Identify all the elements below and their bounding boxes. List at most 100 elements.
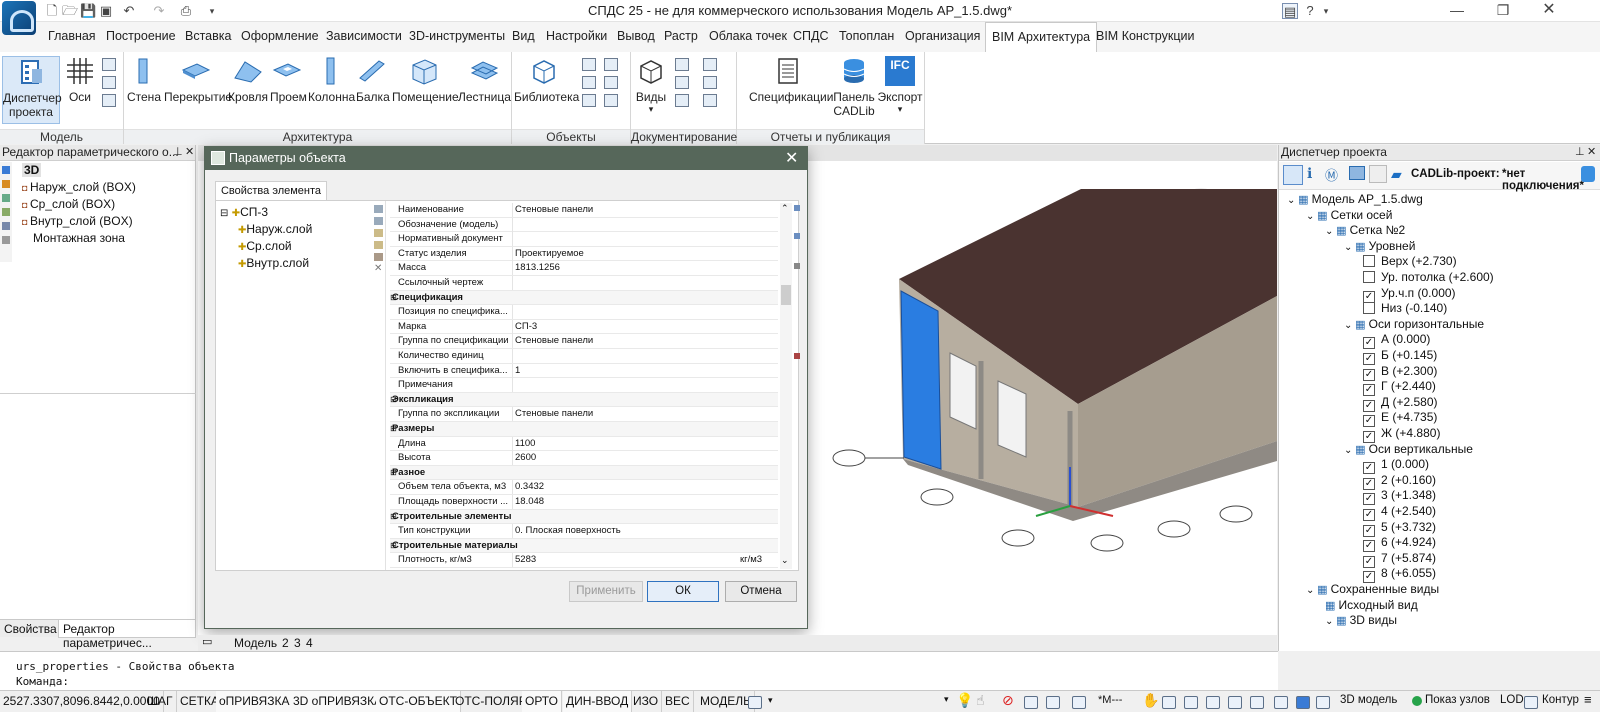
status-menu-icon[interactable]: ≡ bbox=[1584, 692, 1592, 707]
show-nodes-label[interactable]: Показ узлов bbox=[1425, 694, 1490, 706]
object-tool-6-icon[interactable] bbox=[604, 94, 618, 107]
level-small-icon[interactable] bbox=[102, 76, 116, 89]
tab-organization[interactable]: Организация bbox=[905, 29, 980, 43]
scroll-up-icon[interactable]: ⌃ bbox=[781, 203, 789, 214]
property-value[interactable]: 0.3432 bbox=[512, 480, 544, 495]
sync-icon[interactable] bbox=[1369, 165, 1387, 183]
project-tree-item[interactable]: ✓ 4 (+2.540) bbox=[1363, 504, 1436, 521]
tool-icon-a[interactable] bbox=[1024, 696, 1038, 709]
beam-button[interactable]: Балка bbox=[356, 56, 390, 104]
project-tree-item[interactable]: Ур. потолка (+2.600) bbox=[1363, 270, 1494, 284]
structure-view-icon[interactable] bbox=[1283, 165, 1303, 185]
property-row[interactable]: Позиция по специфика... bbox=[390, 305, 778, 320]
project-tree-item[interactable]: ⌄ ▦ Модель АР_1.5.dwg bbox=[1287, 192, 1423, 206]
property-row[interactable]: Длина 1100 bbox=[390, 436, 778, 452]
grid-tool-icon-3[interactable] bbox=[794, 263, 800, 269]
project-tree-item[interactable]: ✓ Е (+4.735) bbox=[1363, 410, 1437, 428]
property-value[interactable]: 1813.1256 bbox=[512, 261, 560, 276]
property-row[interactable]: Объем тела объекта, м3 0.3432 bbox=[390, 480, 778, 495]
tab-element-properties[interactable]: Свойства элемента bbox=[215, 181, 327, 201]
doc-tool-5-icon[interactable] bbox=[703, 76, 717, 89]
tree-root-sp3[interactable]: ⊟ ✚СП-3 bbox=[220, 205, 268, 219]
grid-tool-icon-1[interactable] bbox=[794, 205, 800, 211]
app-logo-icon[interactable] bbox=[2, 1, 36, 35]
ortho-button[interactable]: ОРТО bbox=[522, 691, 562, 712]
tool-icon-5[interactable] bbox=[2, 222, 10, 230]
apply-button[interactable]: Применить bbox=[569, 581, 643, 602]
visibility-checkbox[interactable] bbox=[1363, 302, 1375, 315]
osnap-button[interactable]: оПРИВЯЗКА bbox=[216, 691, 294, 712]
project-tree-item[interactable]: ⌄ ▦ Оси вертикальные bbox=[1344, 442, 1473, 456]
tree-root-3d[interactable]: 3D bbox=[22, 163, 42, 177]
ok-button[interactable]: ОК bbox=[647, 581, 719, 602]
project-tree-item[interactable]: ✓ Ур.ч.п (0.000) bbox=[1363, 286, 1456, 303]
project-tree-item[interactable]: ✓ Д (+2.580) bbox=[1363, 395, 1438, 412]
project-tree-item[interactable]: ⌄ ▦ Сетки осей bbox=[1306, 208, 1392, 222]
viewport-lock-icon[interactable] bbox=[748, 696, 762, 709]
info-icon[interactable]: ℹ bbox=[1307, 165, 1312, 182]
minimize-icon[interactable]: — bbox=[1434, 0, 1480, 22]
property-value[interactable]: Стеновые панели bbox=[512, 407, 593, 422]
property-value[interactable]: Стеновые панели bbox=[512, 203, 593, 217]
object-tool-3-icon[interactable] bbox=[582, 94, 596, 107]
project-tree-item[interactable]: Верх (+2.730) bbox=[1363, 254, 1457, 268]
expand-chevron-icon[interactable]: ⌄ bbox=[1287, 195, 1298, 206]
tool-icon-b[interactable] bbox=[1046, 696, 1060, 709]
layers-icon[interactable] bbox=[1349, 166, 1365, 180]
tab-insert[interactable]: Вставка bbox=[185, 29, 231, 43]
project-tree-item[interactable]: ✓ В (+2.300) bbox=[1363, 364, 1437, 381]
wall-button[interactable]: Стена bbox=[126, 56, 162, 104]
library-button[interactable]: Библиотека bbox=[514, 56, 579, 104]
pin-icon[interactable]: ⊥ bbox=[173, 145, 183, 160]
scroll-down-icon[interactable]: ⌄ bbox=[781, 555, 789, 566]
lineweight-button[interactable]: ВЕС bbox=[662, 691, 694, 712]
orbit-icon[interactable] bbox=[1206, 696, 1220, 709]
expand-chevron-icon[interactable]: ⌄ bbox=[1344, 242, 1355, 253]
object-tracking-button[interactable]: ОТС-ОБЪЕКТ bbox=[376, 691, 461, 712]
tab-properties[interactable]: Свойства bbox=[4, 622, 57, 636]
tab-topoplan[interactable]: Топоплан bbox=[839, 29, 894, 43]
model-dropdown-icon[interactable]: ▾ bbox=[768, 695, 773, 706]
property-row[interactable]: Примечания bbox=[390, 378, 778, 393]
axes-button[interactable]: Оси bbox=[64, 56, 96, 104]
project-tree-item[interactable]: ✓ 3 (+1.348) bbox=[1363, 488, 1436, 506]
tab-layout-2[interactable]: 2 bbox=[282, 636, 289, 650]
annotation-scale[interactable]: *М--- bbox=[1098, 694, 1122, 706]
tree-child-outer[interactable]: ✚Наруж.слой bbox=[238, 222, 312, 236]
tab-format[interactable]: Оформление bbox=[241, 29, 319, 43]
tree-child-mid[interactable]: ✚Ср.слой bbox=[238, 239, 292, 253]
property-value[interactable] bbox=[512, 276, 515, 290]
expand-chevron-icon[interactable]: ⌄ bbox=[1325, 226, 1336, 237]
tool-icon-2[interactable] bbox=[2, 180, 10, 188]
property-section[interactable]: ⊟ Строительные элементы bbox=[390, 509, 778, 525]
doc-tool-2-icon[interactable] bbox=[675, 76, 689, 89]
cube-icon[interactable] bbox=[1296, 696, 1310, 709]
model-space-button[interactable]: МОДЕЛЬ bbox=[697, 691, 755, 712]
project-tree-item[interactable]: ⌄ ▦ Уровней bbox=[1344, 239, 1415, 253]
object-tool-1-icon[interactable] bbox=[582, 58, 596, 71]
tool-icon-3[interactable] bbox=[2, 194, 10, 202]
property-row[interactable]: Группа по спецификации Стеновые панели bbox=[390, 334, 778, 349]
tab-view[interactable]: Вид bbox=[512, 29, 535, 43]
property-row[interactable]: Марка СП-3 bbox=[390, 319, 778, 335]
opening-button[interactable]: Проем bbox=[270, 56, 307, 104]
tab-layout-4[interactable]: 4 bbox=[306, 636, 313, 650]
contour-label[interactable]: Контур bbox=[1542, 694, 1579, 706]
project-tree-item[interactable]: ⌄ ▦ Сохраненные виды bbox=[1306, 582, 1439, 596]
layout-tabs-menu-icon[interactable]: ▭ bbox=[202, 635, 212, 648]
object-tool-5-icon[interactable] bbox=[604, 76, 618, 89]
close-panel-icon[interactable]: ✕ bbox=[1587, 145, 1596, 160]
specifications-button[interactable]: Спецификации bbox=[749, 56, 833, 104]
tab-bim-architecture[interactable]: BIM Архитектура bbox=[985, 22, 1098, 52]
property-section[interactable]: ⊟ Спецификация bbox=[390, 290, 778, 306]
expand-chevron-icon[interactable]: ⌄ bbox=[1325, 616, 1336, 627]
polar-tracking-button[interactable]: ОТС-ПОЛЯР bbox=[452, 691, 531, 712]
tree-item-outer-layer[interactable]: ◘ Наруж_слой (BOX) bbox=[22, 180, 136, 194]
expand-chevron-icon[interactable]: ⌄ bbox=[1306, 211, 1317, 222]
tool-icon-6[interactable] bbox=[2, 236, 10, 244]
property-value[interactable] bbox=[512, 217, 515, 232]
close-panel-icon[interactable]: ✕ bbox=[185, 145, 194, 160]
3d-model-label[interactable]: 3D модель bbox=[1340, 694, 1397, 706]
project-tree-item[interactable]: ✓ 7 (+5.874) bbox=[1363, 551, 1436, 568]
property-row[interactable]: Плотность, кг/м3 5283 кг/м3 bbox=[390, 553, 778, 568]
